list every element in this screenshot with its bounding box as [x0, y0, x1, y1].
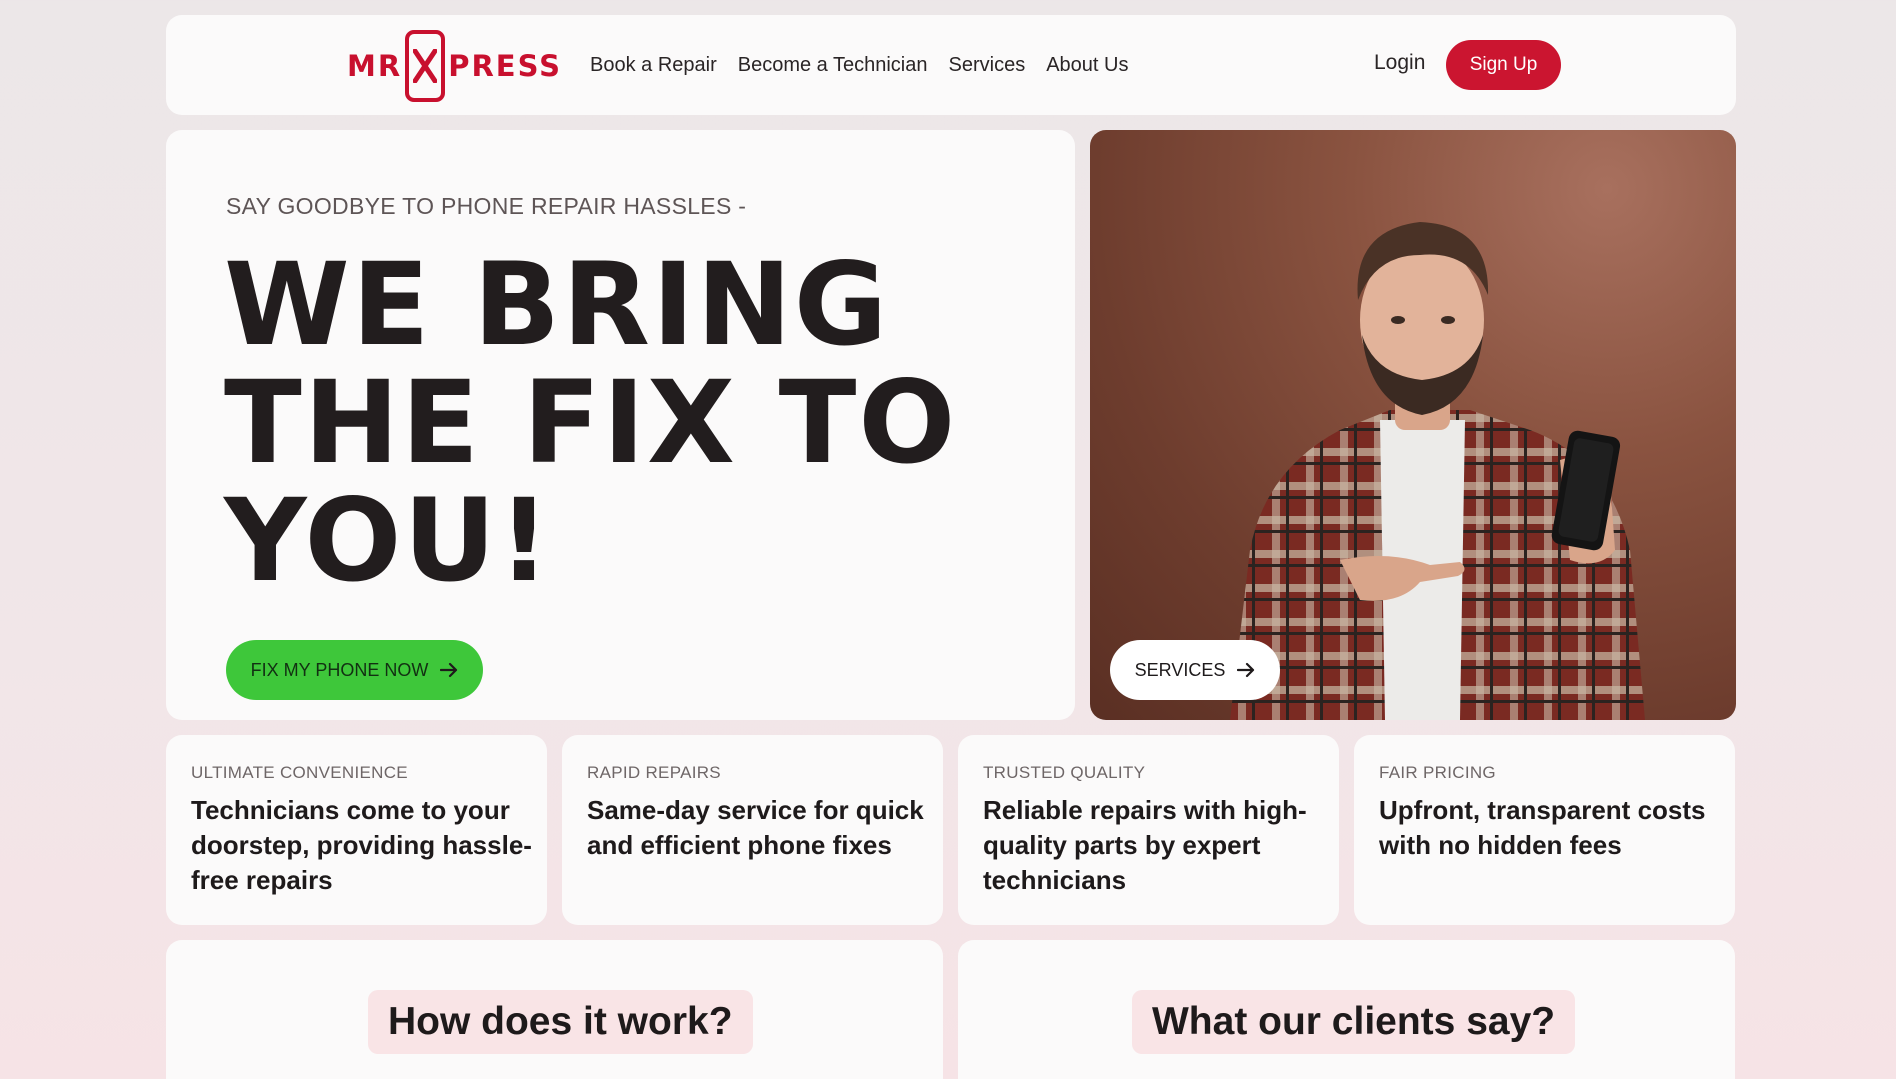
services-button-label: SERVICES	[1134, 659, 1226, 680]
testimonials-section: What our clients say?	[958, 940, 1735, 1079]
feature-card-fair-pricing: FAIR PRICING Upfront, transparent costs …	[1354, 735, 1735, 925]
arrow-right-icon	[1237, 662, 1255, 678]
hero-card: SAY GOODBYE TO PHONE REPAIR HASSLES - WE…	[166, 130, 1075, 720]
feature-eyebrow: TRUSTED QUALITY	[983, 763, 1146, 782]
nav-link-services[interactable]: Services	[949, 54, 1026, 77]
logo-text-right: PRESS	[448, 49, 563, 83]
logo-text-left: MR	[347, 49, 403, 83]
hero-eyebrow: SAY GOODBYE TO PHONE REPAIR HASSLES -	[226, 193, 747, 219]
nav-link-become-a-technician[interactable]: Become a Technician	[738, 54, 928, 77]
feature-card-convenience: ULTIMATE CONVENIENCE Technicians come to…	[166, 735, 547, 925]
hero-photo: SERVICES	[1090, 130, 1736, 720]
feature-eyebrow: RAPID REPAIRS	[587, 763, 721, 782]
how-it-works-heading: How does it work?	[368, 990, 753, 1054]
fix-button-label: FIX MY PHONE NOW	[250, 659, 429, 680]
hero-title: WE BRING THE FIX TO YOU!	[224, 238, 958, 607]
services-button[interactable]: SERVICES	[1110, 640, 1280, 700]
top-navigation-bar: MR PRESS Book a Repair Become a Technici…	[166, 15, 1736, 115]
phone-x-logo-icon	[405, 30, 446, 102]
feature-card-rapid-repairs: RAPID REPAIRS Same-day service for quick…	[562, 735, 943, 925]
nav-link-about-us[interactable]: About Us	[1046, 54, 1128, 77]
feature-eyebrow: ULTIMATE CONVENIENCE	[191, 763, 408, 782]
feature-body: Same-day service for quick and efficient…	[587, 795, 924, 860]
feature-body: Technicians come to your doorstep, provi…	[191, 795, 532, 895]
feature-card-trusted-quality: TRUSTED QUALITY Reliable repairs with hi…	[958, 735, 1339, 925]
nav-links: Book a Repair Become a Technician Servic…	[590, 15, 1128, 115]
man-holding-phone-image	[1230, 222, 1645, 720]
testimonials-heading: What our clients say?	[1132, 990, 1576, 1054]
arrow-right-icon	[440, 662, 458, 678]
feature-body: Reliable repairs with high-quality parts…	[983, 795, 1307, 895]
feature-body: Upfront, transparent costs with no hidde…	[1379, 795, 1706, 860]
login-link[interactable]: Login	[1374, 51, 1425, 75]
feature-eyebrow: FAIR PRICING	[1379, 763, 1496, 782]
fix-my-phone-now-button[interactable]: FIX MY PHONE NOW	[226, 640, 483, 700]
how-it-works-section: How does it work?	[166, 940, 943, 1079]
mrxpress-logo[interactable]: MR PRESS	[347, 29, 562, 103]
sign-up-button[interactable]: Sign Up	[1446, 40, 1561, 90]
nav-link-book-a-repair[interactable]: Book a Repair	[590, 54, 717, 77]
